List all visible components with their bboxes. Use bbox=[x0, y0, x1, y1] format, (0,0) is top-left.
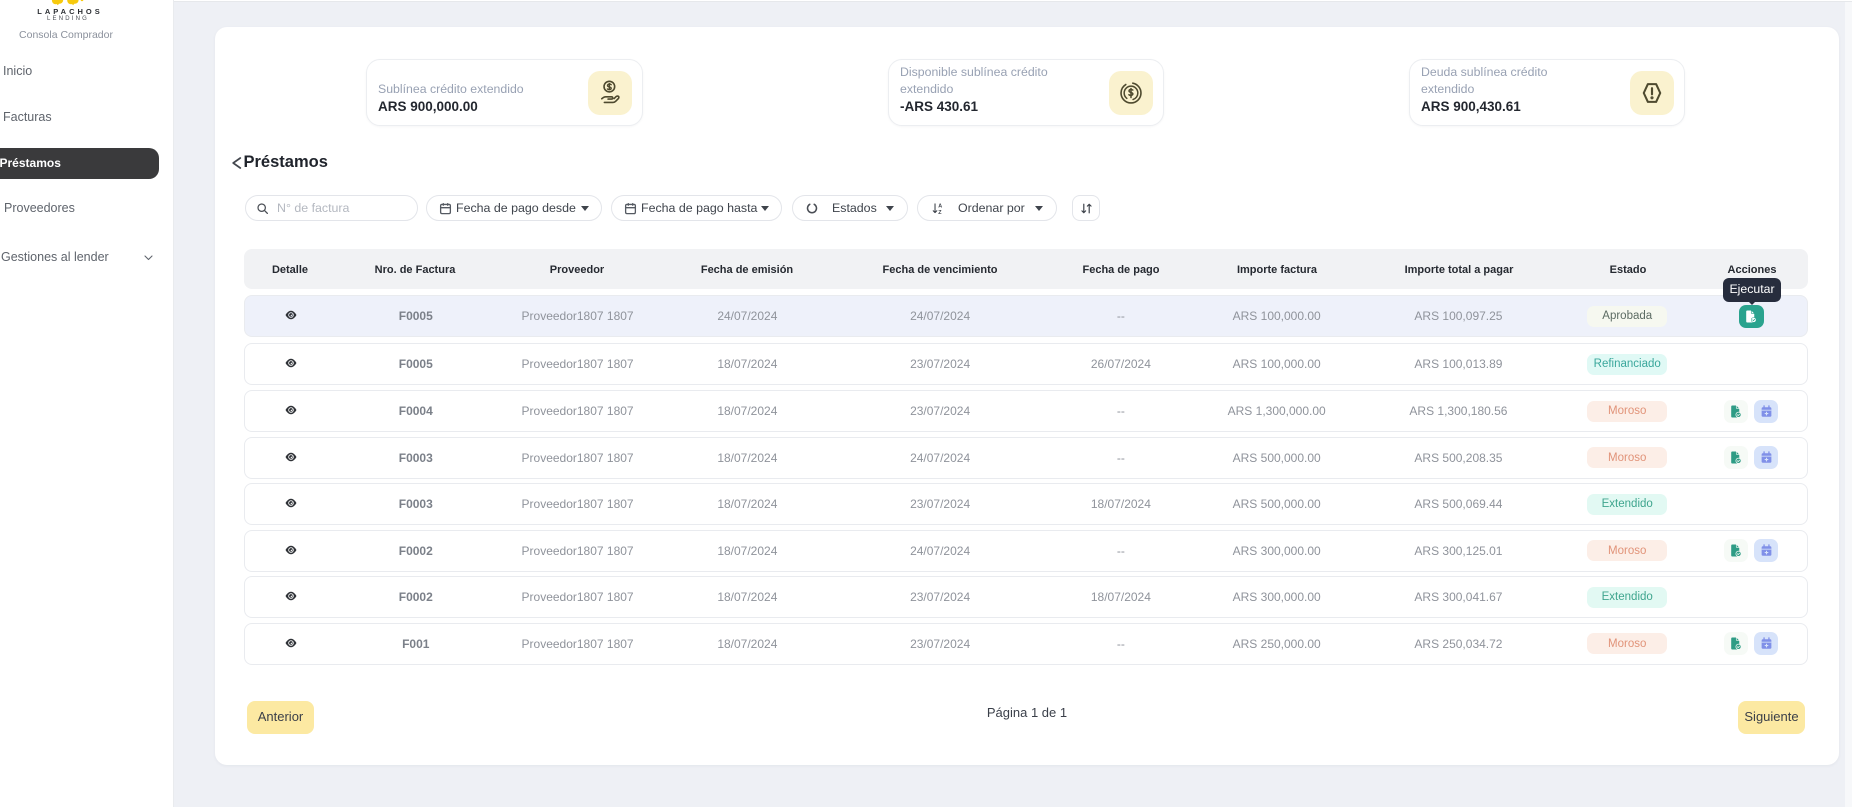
svg-text:A: A bbox=[938, 203, 942, 209]
svg-text:Z: Z bbox=[938, 209, 942, 214]
